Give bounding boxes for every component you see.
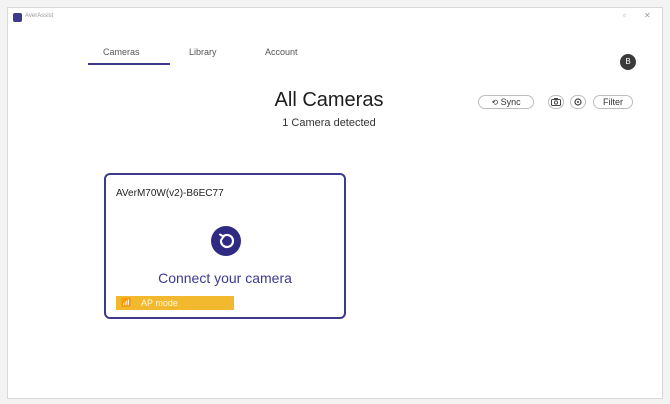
- sync-button[interactable]: ⟲ Sync: [478, 95, 534, 109]
- page-title: All Cameras: [274, 89, 384, 111]
- wifi-icon: 📶: [121, 298, 131, 307]
- active-tab-indicator: [88, 63, 170, 65]
- app-window: AverAssist ▫ ✕ Cameras Library Account B…: [7, 7, 663, 399]
- close-button[interactable]: ✕: [644, 11, 651, 21]
- camera-count: 1 Camera detected: [282, 117, 376, 129]
- sync-label: Sync: [500, 97, 521, 107]
- connect-camera-label[interactable]: Connect your camera: [106, 270, 344, 286]
- gear-icon: [574, 98, 582, 106]
- sync-icon: ⟲: [491, 98, 499, 107]
- camera-name: AVerM70W(v2)-B6EC77: [116, 188, 224, 199]
- maximize-button[interactable]: ▫: [623, 11, 626, 21]
- filter-button[interactable]: Filter: [593, 95, 633, 109]
- app-logo-icon: [13, 13, 22, 22]
- camera-card[interactable]: AVerM70W(v2)-B6EC77 Connect your camera …: [104, 173, 346, 319]
- ap-mode-badge: 📶 AP mode: [116, 296, 234, 310]
- camera-icon: [551, 98, 561, 106]
- connect-icon[interactable]: [211, 226, 241, 256]
- filter-label: Filter: [603, 97, 623, 107]
- ap-mode-label: AP mode: [141, 298, 178, 308]
- settings-button[interactable]: [570, 95, 586, 109]
- title-bar: AverAssist ▫ ✕: [8, 8, 662, 26]
- tab-library[interactable]: Library: [189, 47, 217, 57]
- app-title: AverAssist: [25, 13, 54, 19]
- camera-button[interactable]: [548, 95, 564, 109]
- tab-cameras[interactable]: Cameras: [103, 47, 140, 57]
- avatar[interactable]: B: [620, 54, 636, 70]
- tab-account[interactable]: Account: [265, 47, 298, 57]
